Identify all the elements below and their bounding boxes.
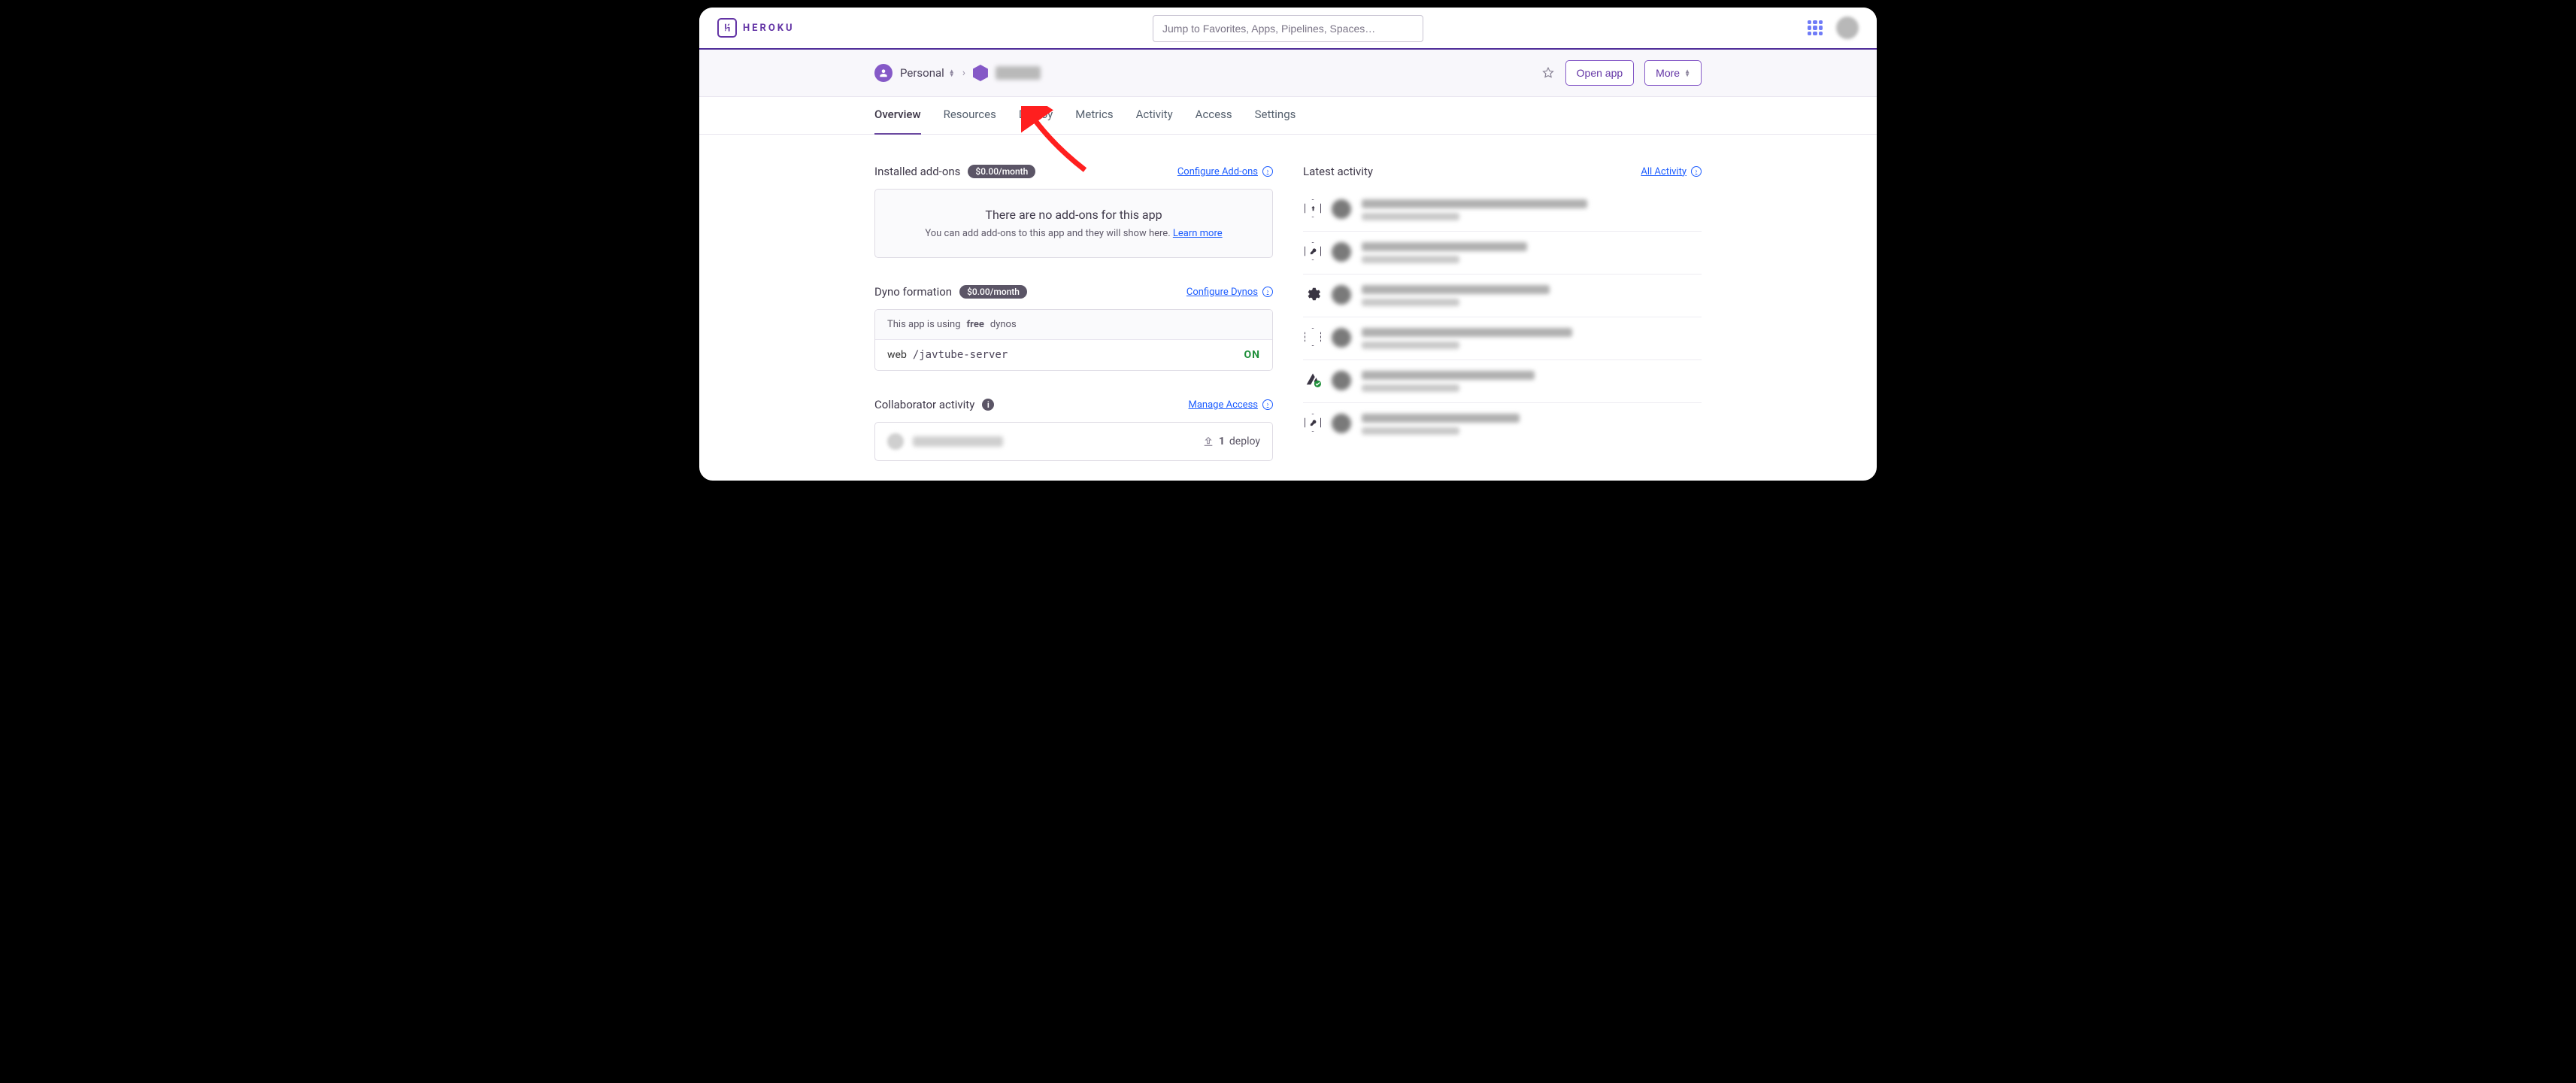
addons-learn-more-link[interactable]: Learn more <box>1173 228 1223 239</box>
app-name[interactable] <box>996 66 1041 80</box>
deploy-count: 1 <box>1219 435 1225 447</box>
deploy-count-label: deploy <box>1229 435 1260 447</box>
tab-access[interactable]: Access <box>1196 97 1232 134</box>
circle-arrow-icon: › <box>1262 399 1273 410</box>
team-name: Personal <box>900 66 944 80</box>
app-hex-icon <box>973 65 988 81</box>
person-icon <box>874 64 893 82</box>
gear-icon <box>1305 285 1321 303</box>
all-activity-link[interactable]: All Activity › <box>1641 166 1702 177</box>
activity-row[interactable] <box>1303 360 1702 403</box>
tab-deploy[interactable]: Deploy <box>1019 97 1053 134</box>
addons-title: Installed add-ons <box>874 165 960 178</box>
addons-price-pill: $0.00/month <box>968 165 1035 178</box>
activity-row[interactable] <box>1303 403 1702 445</box>
updown-icon: ▲▼ <box>1684 69 1690 77</box>
topbar: HEROKU <box>699 8 1877 50</box>
dynos-title: Dyno formation <box>874 285 952 299</box>
heroku-logo-text: HEROKU <box>743 23 795 34</box>
dyno-process-command: /javtube-server <box>913 349 1008 361</box>
dyno-process-type: web <box>887 349 907 361</box>
activity-row[interactable] <box>1303 189 1702 232</box>
apps-grid-icon[interactable] <box>1808 20 1823 35</box>
tab-resources[interactable]: Resources <box>944 97 996 134</box>
account-avatar[interactable] <box>1836 17 1859 39</box>
addons-empty-sub: You can add add-ons to this app and they… <box>925 228 1173 239</box>
pending-hex-icon <box>1305 328 1321 346</box>
deploy-hex-icon <box>1305 199 1321 217</box>
team-selector[interactable]: Personal ▲▼ <box>900 66 955 80</box>
activity-avatar <box>1332 285 1351 305</box>
deploy-up-icon <box>1202 435 1214 447</box>
open-app-label: Open app <box>1577 67 1623 79</box>
activity-title: Latest activity <box>1303 165 1373 178</box>
favorite-star-icon[interactable] <box>1541 66 1555 80</box>
dyno-box: This app is using free dynos web /javtub… <box>874 309 1273 371</box>
tab-activity[interactable]: Activity <box>1136 97 1173 134</box>
wrench-hex-icon <box>1305 414 1321 432</box>
manage-access-label: Manage Access <box>1189 399 1259 411</box>
configure-addons-link[interactable]: Configure Add-ons › <box>1177 166 1273 177</box>
configure-dynos-label: Configure Dynos <box>1186 287 1258 298</box>
collab-email <box>913 436 1003 447</box>
heroku-logo-icon <box>717 18 737 38</box>
dyno-free-row: This app is using free dynos <box>875 310 1272 339</box>
more-button[interactable]: More ▲▼ <box>1644 60 1702 86</box>
breadcrumb-chevron-icon: › <box>962 67 965 79</box>
circle-arrow-icon: › <box>1691 166 1702 177</box>
configure-addons-label: Configure Add-ons <box>1177 166 1258 177</box>
collab-avatar <box>887 433 904 450</box>
addons-empty-title: There are no add-ons for this app <box>890 208 1257 222</box>
wrench-hex-icon <box>1305 242 1321 260</box>
dynos-price-pill: $0.00/month <box>959 285 1027 299</box>
info-icon[interactable]: i <box>982 399 994 411</box>
activity-avatar <box>1332 414 1351 433</box>
circle-arrow-icon: › <box>1262 287 1273 297</box>
heroku-logo[interactable]: HEROKU <box>717 18 795 38</box>
activity-avatar <box>1332 242 1351 262</box>
app-tabs: Overview Resources Deploy Metrics Activi… <box>699 97 1877 135</box>
jump-to-input[interactable] <box>1153 15 1423 42</box>
more-label: More <box>1656 67 1680 79</box>
configure-dynos-link[interactable]: Configure Dynos › <box>1186 287 1273 298</box>
collab-title: Collaborator activity <box>874 398 974 411</box>
tab-settings[interactable]: Settings <box>1255 97 1296 134</box>
addons-empty-panel: There are no add-ons for this app You ca… <box>874 189 1273 258</box>
activity-row[interactable] <box>1303 232 1702 275</box>
collaborator-row: 1 deploy <box>874 422 1273 461</box>
content: Installed add-ons $0.00/month Configure … <box>874 135 1702 481</box>
manage-access-link[interactable]: Manage Access › <box>1189 399 1274 411</box>
activity-avatar <box>1332 371 1351 390</box>
tab-overview[interactable]: Overview <box>874 97 921 135</box>
build-success-icon <box>1305 371 1321 387</box>
tab-metrics[interactable]: Metrics <box>1075 97 1113 134</box>
open-app-button[interactable]: Open app <box>1565 60 1635 86</box>
activity-avatar <box>1332 199 1351 219</box>
subheader: Personal ▲▼ › Open app More ▲▼ <box>699 50 1877 97</box>
updown-icon: ▲▼ <box>949 69 955 77</box>
circle-arrow-icon: › <box>1262 166 1273 177</box>
all-activity-label: All Activity <box>1641 166 1687 177</box>
activity-avatar <box>1332 328 1351 347</box>
activity-row[interactable] <box>1303 275 1702 317</box>
dyno-process-row: web /javtube-server ON <box>875 339 1272 370</box>
activity-row[interactable] <box>1303 317 1702 360</box>
dyno-status: ON <box>1244 349 1260 361</box>
